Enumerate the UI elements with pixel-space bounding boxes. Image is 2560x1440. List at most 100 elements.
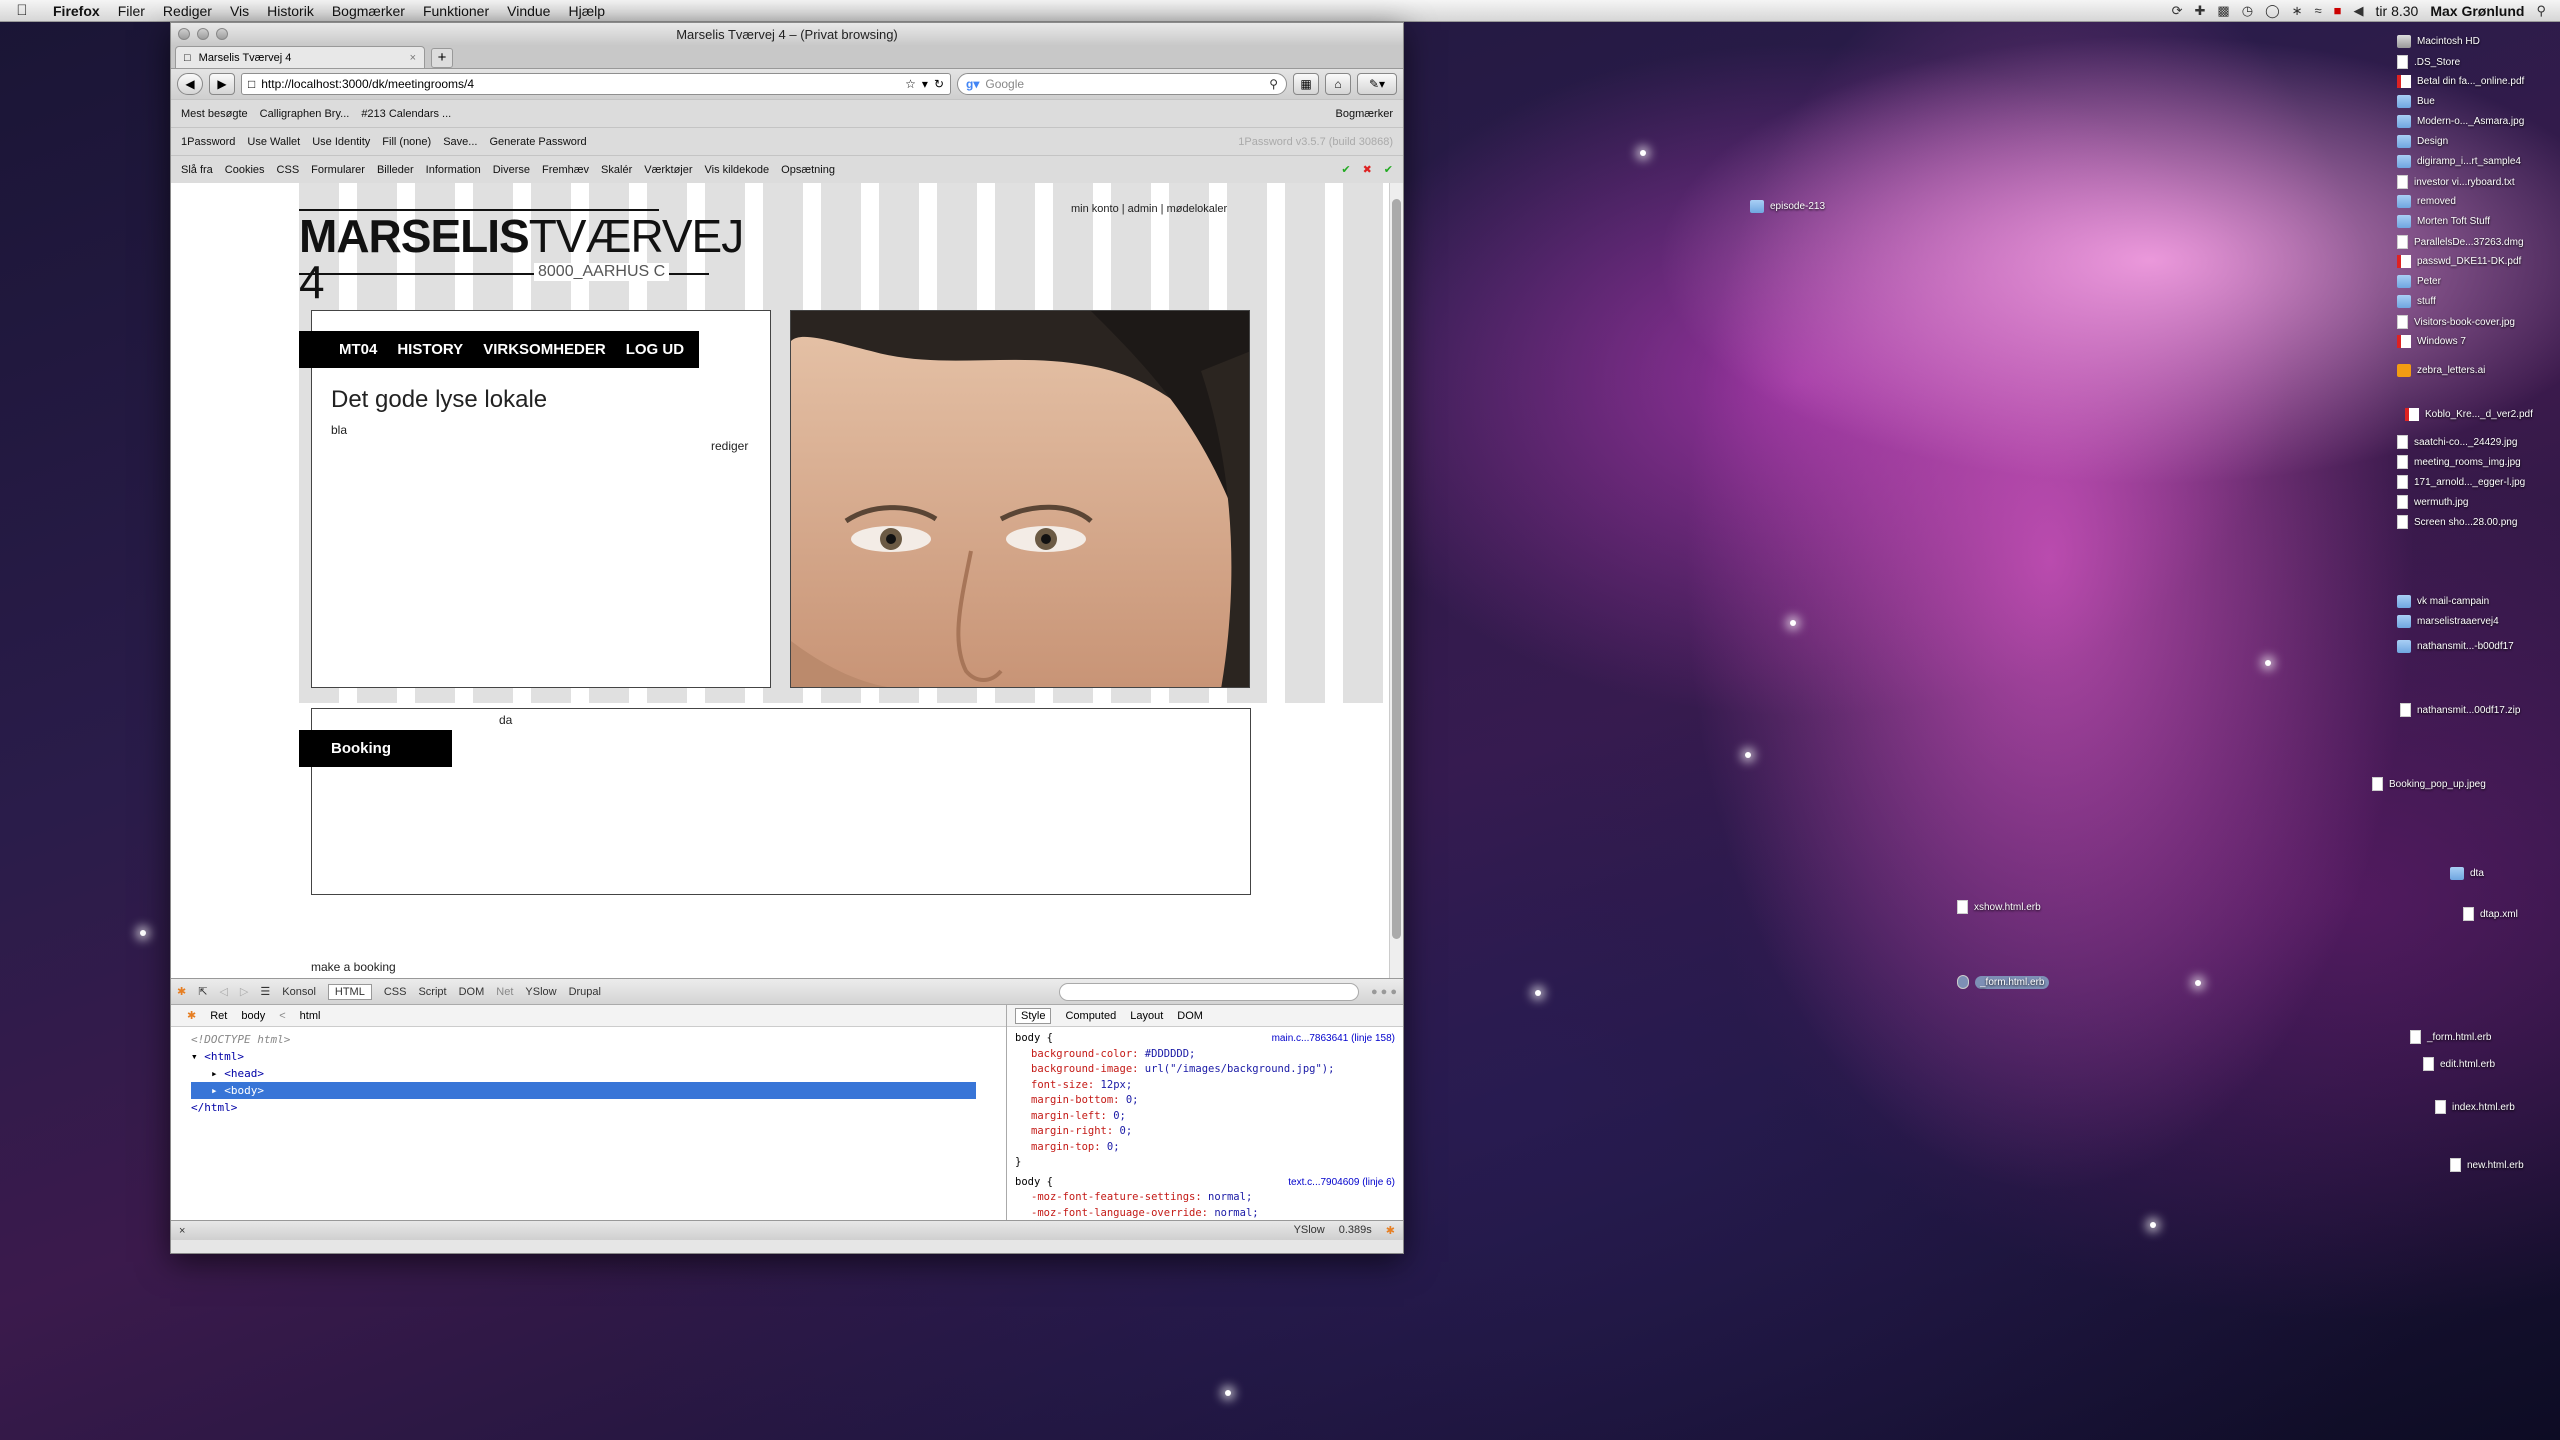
dropdown-icon[interactable]: ▾ — [922, 77, 928, 91]
fb-tab-dom[interactable]: DOM — [459, 986, 485, 998]
fb-tab-html[interactable]: HTML — [327, 983, 372, 1000]
rule-source[interactable]: main.c...7863641 (linje 158) — [1272, 1031, 1395, 1047]
desktop-icon[interactable]: 171_arnold..._egger-l.jpg — [2397, 475, 2525, 489]
close-tab-icon[interactable]: × — [410, 52, 416, 64]
menu-filer[interactable]: Filer — [109, 3, 154, 19]
forward-button[interactable]: ▶ — [209, 73, 235, 95]
google-icon[interactable]: g▾ — [966, 77, 979, 91]
menu-hjaelp[interactable]: Hjælp — [559, 3, 614, 19]
desktop-icon[interactable]: meeting_rooms_img.jpg — [2397, 455, 2521, 469]
new-tab-button[interactable]: + — [431, 48, 453, 68]
fb-tab-drupal[interactable]: Drupal — [569, 986, 601, 998]
desktop-icon[interactable]: Peter — [2397, 275, 2441, 288]
fb-tab-css[interactable]: CSS — [384, 986, 407, 998]
save-button[interactable]: Save... — [443, 136, 477, 148]
desktop-icon[interactable]: _form.html.erb — [1957, 975, 2050, 989]
collapse-icon[interactable]: ▸ — [211, 1067, 224, 1080]
desktop-icon[interactable]: marselistraaervej4 — [2397, 615, 2499, 628]
check-icon[interactable]: ✔ — [1341, 163, 1350, 176]
url-text[interactable]: http://localhost:3000/dk/meetingrooms/4 — [261, 77, 899, 91]
expand-icon[interactable]: ▾ — [191, 1050, 204, 1063]
bookmark-most-visited[interactable]: Mest besøgte — [181, 108, 248, 120]
css-value[interactable]: 12px; — [1101, 1079, 1133, 1091]
nav-logout[interactable]: LOG UD — [626, 341, 684, 358]
menu-vis[interactable]: Vis — [221, 3, 258, 19]
menu-bogmaerker[interactable]: Bogmærker — [323, 3, 414, 19]
timemachine-icon[interactable]: ◷ — [2242, 3, 2253, 19]
account-links[interactable]: min konto | admin | mødelokaler — [1071, 203, 1227, 215]
fb-tab-yslow[interactable]: YSlow — [525, 986, 556, 998]
menu-app[interactable]: Firefox — [44, 3, 109, 19]
onepassword-button[interactable]: 1Password — [181, 136, 235, 148]
desktop-icon[interactable]: .DS_Store — [2397, 55, 2460, 69]
bookmark-calendars[interactable]: #213 Calendars ... — [361, 108, 451, 120]
firebug-icon[interactable]: ✱ — [177, 985, 186, 998]
css-value[interactable]: 0; — [1113, 1110, 1126, 1122]
css-value[interactable]: 0; — [1107, 1141, 1120, 1153]
spotlight-icon[interactable]: ⚲ — [2536, 3, 2546, 19]
side-tab-dom[interactable]: DOM — [1177, 1010, 1203, 1022]
desktop-icon[interactable]: vk mail-campain — [2397, 595, 2489, 608]
page-scrollbar[interactable] — [1389, 183, 1403, 978]
desktop-icon[interactable]: _form.html.erb — [2410, 1030, 2491, 1044]
url-bar[interactable]: □ http://localhost:3000/dk/meetingrooms/… — [241, 73, 951, 95]
site-logo[interactable]: MARSELISTVÆRVEJ 4 8000_AARHUS C — [299, 201, 744, 305]
scroll-thumb[interactable] — [1392, 199, 1401, 939]
sync-icon[interactable]: ⟳ — [2172, 3, 2183, 19]
desktop-icon[interactable]: nathansmit...00df17.zip — [2400, 703, 2520, 717]
plus-icon[interactable]: ✚ — [2195, 3, 2206, 19]
wifi-icon[interactable]: ≈ — [2315, 3, 2322, 18]
doctype-node[interactable]: <!DOCTYPE html> — [191, 1031, 986, 1048]
side-tab-layout[interactable]: Layout — [1130, 1010, 1163, 1022]
fb-window-controls-icon[interactable]: ● ● ● — [1371, 986, 1397, 998]
menubar-user[interactable]: Max Grønlund — [2430, 3, 2524, 19]
desktop-icon[interactable]: Bue — [2397, 95, 2435, 108]
make-booking-link[interactable]: make a booking — [311, 960, 396, 974]
nav-history[interactable]: HISTORY — [397, 341, 463, 358]
rule-selector[interactable]: body { — [1015, 1176, 1053, 1188]
desktop-icon[interactable]: saatchi-co..._24429.jpg — [2397, 435, 2517, 449]
close-icon[interactable]: × — [179, 1225, 185, 1237]
grid-button[interactable]: ▦ — [1293, 73, 1319, 95]
search-placeholder[interactable]: Google — [985, 77, 1263, 91]
css-rule[interactable]: main.c...7863641 (linje 158) body {backgr… — [1015, 1031, 1395, 1171]
css-property[interactable]: margin-top: — [1031, 1141, 1101, 1153]
fb-tab-net[interactable]: Net — [496, 986, 513, 998]
search-field[interactable]: g▾ Google ⚲ — [957, 73, 1287, 95]
desktop-icon[interactable]: passwd_DKE11-DK.pdf — [2397, 255, 2521, 268]
desktop-icon[interactable]: Macintosh HD — [2397, 35, 2480, 48]
nav-forward-icon[interactable]: ▷ — [240, 985, 248, 998]
apple-icon[interactable]:  — [0, 2, 44, 19]
desktop-icon[interactable]: digiramp_i...rt_sample4 — [2397, 155, 2521, 168]
css-value[interactable]: #DDDDDD; — [1145, 1048, 1196, 1060]
fb-tab-script[interactable]: Script — [418, 986, 446, 998]
desktop-icon[interactable]: edit.html.erb — [2423, 1057, 2495, 1071]
desktop-icon[interactable]: episode-213 — [1750, 200, 1825, 213]
check-icon-2[interactable]: ✔ — [1384, 163, 1393, 176]
body-node-row[interactable]: ▸ <body> — [191, 1082, 976, 1099]
desktop-icon[interactable]: ParallelsDe...37263.dmg — [2397, 235, 2524, 249]
back-button[interactable]: ◀ — [177, 73, 203, 95]
webdev-outline[interactable]: Fremhæv — [542, 164, 589, 176]
desktop-icon[interactable]: dtap.xml — [2463, 907, 2518, 921]
head-node[interactable]: <head> — [224, 1067, 264, 1080]
rule-source[interactable]: text.c...7904609 (linje 6) — [1288, 1175, 1395, 1191]
desktop-icon[interactable]: removed — [2397, 195, 2456, 208]
home-button[interactable]: ⌂ — [1325, 73, 1351, 95]
desktop-icon[interactable]: Modern-o..._Asmara.jpg — [2397, 115, 2524, 128]
desktop-icon[interactable]: new.html.erb — [2450, 1158, 2524, 1172]
css-property[interactable]: margin-right: — [1031, 1125, 1113, 1137]
bookmark-calligraphen[interactable]: Calligraphen Bry... — [260, 108, 350, 120]
desktop-icon[interactable]: wermuth.jpg — [2397, 495, 2468, 509]
desktop-icon[interactable]: stuff — [2397, 295, 2436, 308]
breadcrumb-html[interactable]: html — [300, 1010, 321, 1022]
menu-vindue[interactable]: Vindue — [498, 3, 559, 19]
use-wallet-button[interactable]: Use Wallet — [247, 136, 300, 148]
nav-mt04[interactable]: MT04 — [339, 341, 377, 358]
webdev-information[interactable]: Information — [426, 164, 481, 176]
inspect-icon[interactable]: ⇱ — [198, 985, 207, 998]
desktop-icon[interactable]: Windows 7 — [2397, 335, 2466, 348]
nav-back-icon[interactable]: ◁ — [219, 985, 227, 998]
css-value[interactable]: normal; — [1214, 1207, 1258, 1219]
side-tab-style[interactable]: Style — [1015, 1007, 1052, 1024]
